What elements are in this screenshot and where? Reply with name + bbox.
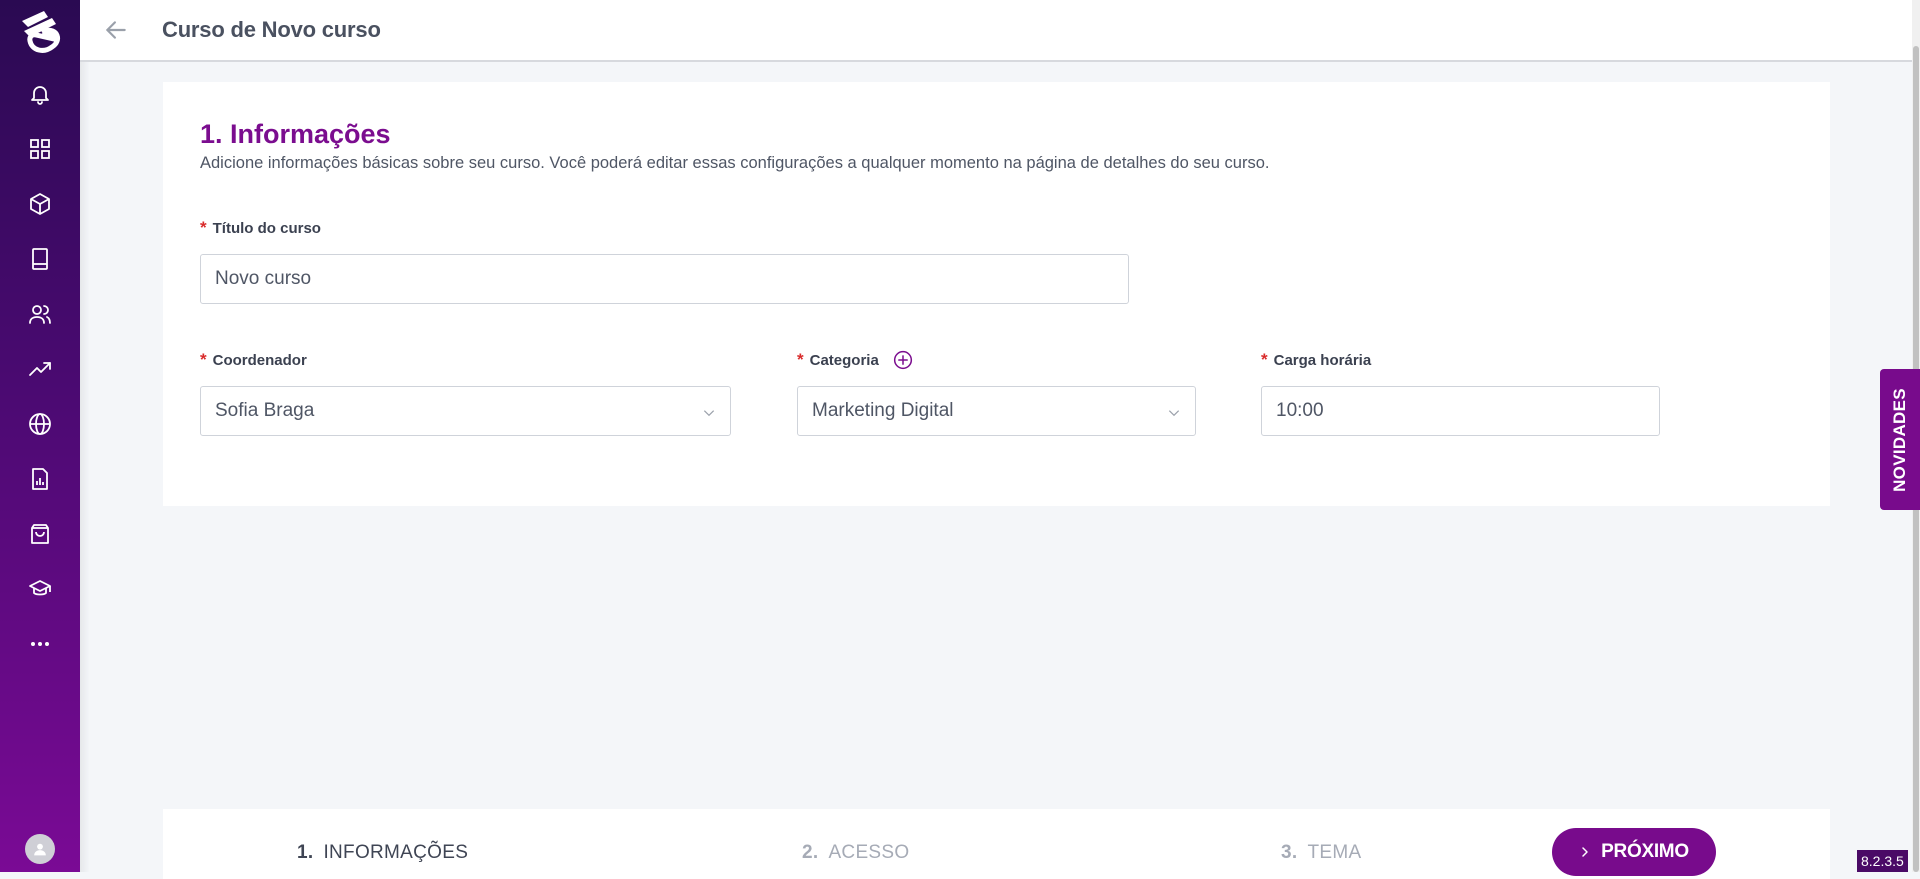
chevron-down-icon [702,404,716,426]
category-label: * Categoria [797,350,913,370]
required-mark: * [200,218,207,237]
coordinator-select[interactable]: Sofia Braga [200,386,731,436]
shopping-bag-icon[interactable] [0,506,80,561]
section-title: 1. Informações [200,119,391,149]
next-button-label: PRÓXIMO [1601,841,1689,862]
more-icon[interactable] [0,616,80,671]
chevron-right-icon [1579,845,1591,859]
wizard-stepper: 1. INFORMAÇÕES 2. ACESSO 3. TEMA PRÓXIMO [163,809,1830,879]
required-mark: * [797,350,804,369]
version-badge: 8.2.3.5 [1857,850,1908,872]
step-label: ACESSO [828,842,910,863]
workload-label: * Carga horária [1261,350,1371,370]
required-mark: * [1261,350,1268,369]
novidades-label: NOVIDADES [1890,387,1909,492]
sidebar [0,0,80,872]
edools-logo-icon[interactable] [0,0,80,66]
title-label: * Título do curso [200,218,321,238]
step-label: TEMA [1307,842,1362,863]
report-icon[interactable] [0,451,80,506]
bell-icon[interactable] [0,66,80,121]
course-info-card: 1. Informações Adicione informações bási… [163,82,1830,506]
user-avatar-icon[interactable] [25,834,55,864]
workload-value: 10:00 [1276,400,1324,421]
next-button[interactable]: PRÓXIMO [1552,828,1716,876]
step-informacoes[interactable]: 1. INFORMAÇÕES [297,842,468,864]
box-icon[interactable] [0,176,80,231]
trending-up-icon[interactable] [0,341,80,396]
required-mark: * [200,350,207,369]
step-number: 2. [802,842,819,863]
step-acesso[interactable]: 2. ACESSO [802,842,909,864]
page-title: Curso de Novo curso [162,17,381,42]
coordinator-value: Sofia Braga [215,400,315,421]
workload-input[interactable]: 10:00 [1261,386,1660,436]
step-number: 3. [1281,842,1298,863]
add-category-plus-icon[interactable] [893,350,913,370]
graduation-cap-icon[interactable] [0,561,80,616]
category-label-text: Categoria [809,351,879,369]
section-description: Adicione informações básicas sobre seu c… [200,154,1270,172]
category-value: Marketing Digital [812,400,954,421]
step-tema[interactable]: 3. TEMA [1281,842,1361,864]
course-title-input[interactable]: Novo curso [200,254,1129,304]
category-select[interactable]: Marketing Digital [797,386,1196,436]
chevron-down-icon [1167,404,1181,426]
workload-label-text: Carga horária [1273,351,1372,369]
globe-icon[interactable] [0,396,80,451]
step-label: INFORMAÇÕES [323,842,469,863]
title-label-text: Título do curso [212,219,321,237]
sidebar-shadow [80,0,90,872]
coordinator-label: * Coordenador [200,350,307,370]
novidades-tab[interactable]: NOVIDADES [1880,369,1920,510]
back-arrow-icon[interactable] [80,0,152,61]
grid-icon[interactable] [0,121,80,176]
course-title-value: Novo curso [215,268,312,289]
book-icon[interactable] [0,231,80,286]
users-icon[interactable] [0,286,80,341]
page-header: Curso de Novo curso [80,0,1916,62]
step-number: 1. [297,842,314,863]
coordinator-label-text: Coordenador [212,351,307,369]
